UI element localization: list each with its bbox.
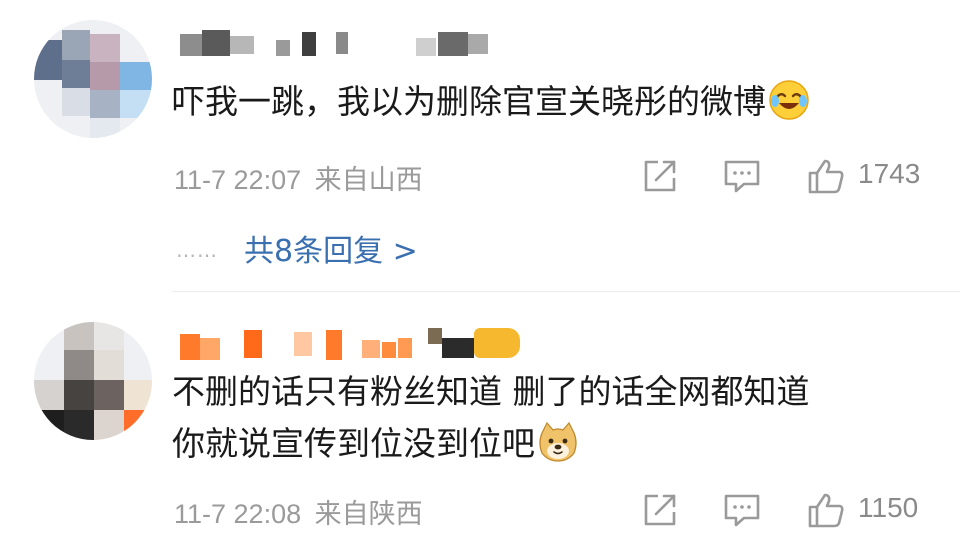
username-redacted[interactable]	[176, 324, 536, 364]
view-replies-link[interactable]: …… 共8条回复 >	[176, 226, 418, 269]
like-count: 1743	[858, 158, 921, 189]
doge-emoji	[537, 421, 579, 463]
replies-dots: ……	[176, 238, 218, 262]
comment-icon[interactable]	[722, 490, 762, 530]
share-icon[interactable]	[640, 156, 680, 196]
comment-text: 不删的话只有粉丝知道 删了的话全网都知道 你就说宣传到位没到位吧	[172, 372, 810, 463]
avatar[interactable]	[34, 322, 152, 440]
laugh-cry-emoji	[768, 79, 810, 121]
comment-item: 吓我一跳，我以为删除官宣关晓彤的微博 11-7 22:07 来自山西 1743 …	[0, 0, 960, 292]
thumbs-up-icon[interactable]	[806, 156, 846, 196]
comment-actions: 1150	[0, 490, 960, 530]
member-badge-icon	[474, 328, 520, 358]
username-redacted[interactable]	[176, 26, 536, 66]
like-count: 1150	[858, 492, 919, 523]
comment-item: 不删的话只有粉丝知道 删了的话全网都知道 你就说宣传到位没到位吧 11-7 22…	[0, 292, 960, 541]
replies-label[interactable]: 共8条回复 >	[244, 234, 418, 269]
avatar[interactable]	[34, 20, 152, 138]
comment-actions: 1743	[0, 156, 960, 196]
comment-icon[interactable]	[722, 156, 762, 196]
share-icon[interactable]	[640, 490, 680, 530]
thumbs-up-icon[interactable]	[806, 490, 846, 530]
comment-text: 吓我一跳，我以为删除官宣关晓彤的微博	[172, 76, 920, 128]
